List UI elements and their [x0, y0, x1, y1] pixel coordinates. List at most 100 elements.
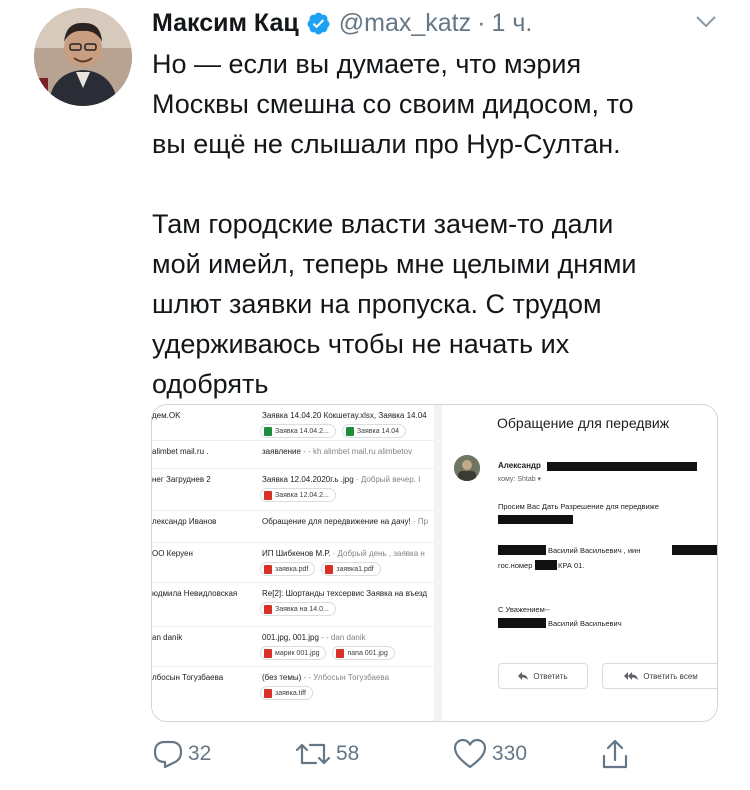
- spreadsheet-icon: [345, 426, 354, 436]
- inbox-subject-line: 001.jpg, 001.jpg - - dan danik: [262, 633, 366, 642]
- redaction-bar: [498, 545, 546, 555]
- share-action[interactable]: [600, 736, 630, 772]
- reply-action[interactable]: 32: [152, 736, 211, 772]
- attachment-chip[interactable]: заявка.tiff: [260, 686, 313, 700]
- attachment-chip[interactable]: заявка.pdf: [260, 562, 316, 576]
- reply-count: 32: [188, 742, 212, 765]
- sender-avatar: [454, 455, 480, 481]
- inbox-subject: 001.jpg, 001.jpg: [262, 633, 319, 642]
- attachment-name: Заявка 12.04.2...: [275, 491, 329, 499]
- share-icon: [602, 739, 628, 769]
- attachment-name: марик 001.jpg: [275, 649, 320, 657]
- redaction-bar: [672, 545, 717, 555]
- attachment-chips: заявка.tiff: [260, 686, 313, 700]
- pdf-icon: [264, 564, 272, 574]
- email-body-line: Просим Вас Дать Разрешение для передвиже: [498, 502, 659, 511]
- like-count: 330: [492, 742, 528, 765]
- attachment-chip[interactable]: папа 001.jpg: [332, 646, 395, 660]
- image-file-icon: [264, 604, 272, 614]
- tweet-time[interactable]: 1 ч.: [491, 9, 532, 38]
- inbox-sender: лбосын Тогузбаева: [152, 673, 224, 682]
- author-handle[interactable]: @max_katz: [339, 9, 471, 38]
- author-name[interactable]: Максим Кац: [152, 9, 299, 38]
- retweet-count: 58: [336, 742, 360, 765]
- inbox-sender: лександр Иванов: [152, 517, 217, 526]
- inbox-sender: ОО Керуен: [152, 549, 193, 558]
- attachment-chips: Заявка 12.04.2...: [260, 488, 336, 502]
- attachment-chip[interactable]: марик 001.jpg: [260, 646, 327, 660]
- attachment-name: заявка1.pdf: [336, 565, 374, 573]
- attachment-chip[interactable]: Заявка 14.04.2...: [260, 424, 336, 438]
- inbox-subject: заявление: [262, 447, 301, 456]
- attachment-chip[interactable]: Заявка 12.04.2...: [260, 488, 336, 502]
- inbox-row[interactable]: alimbet mail.ru . заявление - - kh alimbe…: [152, 441, 434, 469]
- retweet-action[interactable]: 58: [294, 736, 359, 772]
- inbox-subject: Заявка 14.04.20 Кокшетау.xlsx, Заявка 14…: [262, 411, 427, 420]
- reply-button[interactable]: Ответить: [498, 663, 588, 689]
- inbox-snippet: - - dan danik: [318, 633, 366, 642]
- inbox-row[interactable]: лександр Иванов Обращение для передвижени…: [152, 511, 434, 543]
- email-body-line: КРА 01.: [558, 561, 585, 570]
- attachment-name: Заявка 14.04: [356, 427, 400, 435]
- author-avatar[interactable]: [34, 8, 132, 106]
- attachment-name: Заявка 14.04.2...: [275, 427, 329, 435]
- attachment-name: папа 001.jpg: [347, 649, 388, 657]
- attachment-chip[interactable]: заявка1.pdf: [321, 562, 381, 576]
- inbox-row[interactable]: ОО Керуен ИП Шибкенов М.Р. · Добрый день …: [152, 543, 434, 583]
- inbox-subject-line: Заявка 14.04.20 Кокшетау.xlsx, Заявка 14…: [262, 411, 427, 420]
- email-body-line: гос.номер: [498, 561, 533, 570]
- reply-all-label: Ответить всем: [643, 671, 698, 681]
- attachment-name: заявка.pdf: [275, 565, 309, 573]
- inbox-row[interactable]: юдмила Невидловская Re[2]: Шортанды техсе…: [152, 583, 434, 627]
- email-regards: С Уважением--: [498, 605, 550, 614]
- inbox-row[interactable]: нег Загруднев 2 Заявка 12.04.2020г.ь .jpg…: [152, 469, 434, 511]
- inbox-subject: Заявка 12.04.2020г.ь .jpg: [262, 475, 354, 484]
- redaction-bar: [535, 560, 557, 570]
- chevron-down-icon[interactable]: [694, 12, 718, 32]
- tweet-actions: 32 58 330: [152, 736, 732, 772]
- reply-arrow-icon: [518, 672, 529, 680]
- inbox-sender: нег Загруднев 2: [152, 475, 211, 484]
- attachment-chips: заявка.pdf заявка1.pdf: [260, 562, 381, 576]
- inbox-row[interactable]: лбосын Тогузбаева (без темы) - - Улбосын …: [152, 667, 434, 721]
- inbox-sender: alimbet mail.ru .: [152, 447, 209, 456]
- image-file-icon: [264, 490, 272, 500]
- like-action[interactable]: 330: [452, 736, 527, 772]
- inbox-sender: дем.OK: [152, 411, 181, 420]
- retweet-icon: [295, 743, 331, 765]
- email-signature: Василий Васильевич: [548, 619, 622, 628]
- attachment-chips: марик 001.jpg папа 001.jpg: [260, 646, 395, 660]
- tweet-media-image[interactable]: дем.OK Заявка 14.04.20 Кокшетау.xlsx, Зая…: [151, 404, 718, 722]
- pane-divider: [434, 405, 442, 721]
- image-file-icon: [264, 688, 272, 698]
- tweet-text: Но — если вы думаете, что мэрия Москвы с…: [152, 49, 637, 399]
- inbox-subject-line: ИП Шибкенов М.Р. · Добрый день , заявка …: [262, 549, 425, 558]
- inbox-row[interactable]: an danik 001.jpg, 001.jpg - - dan danik ма…: [152, 627, 434, 667]
- recipient-line[interactable]: кому: Shtab ▾: [498, 475, 541, 483]
- reply-icon: [153, 740, 183, 769]
- inbox-subject-line: заявление - - kh alimbet mail.ru alimbet…: [262, 447, 412, 456]
- email-view: Обращение для передвиж Александр кому: S…: [442, 405, 717, 721]
- tweet-header: Максим Кац @max_katz · 1 ч.: [152, 6, 532, 40]
- email-body-line: Василий Васильевич , иин: [548, 546, 641, 555]
- time-separator: ·: [477, 8, 486, 37]
- redaction-bar: [498, 618, 546, 628]
- inbox-row[interactable]: дем.OK Заявка 14.04.20 Кокшетау.xlsx, Зая…: [152, 405, 434, 441]
- inbox-snippet: - - Улбосын Тогузбаева: [301, 673, 390, 682]
- image-file-icon: [264, 648, 272, 658]
- reply-all-button[interactable]: Ответить всем: [602, 663, 717, 689]
- verified-badge-icon: [307, 12, 330, 34]
- inbox-snippet: · Добрый вечер. I: [353, 475, 421, 484]
- attachment-chip[interactable]: Заявка на 14.0...: [260, 602, 336, 616]
- inbox-list: дем.OK Заявка 14.04.20 Кокшетау.xlsx, Зая…: [152, 405, 434, 721]
- attachment-chips: Заявка 14.04.2... Заявка 14.04: [260, 424, 407, 438]
- sender-name: Александр: [498, 461, 541, 470]
- attachment-chip[interactable]: Заявка 14.04: [341, 424, 407, 438]
- inbox-subject: Обращение для передвижение на дачу!: [262, 517, 411, 526]
- pdf-icon: [325, 564, 334, 574]
- email-subject: Обращение для передвиж: [497, 415, 670, 431]
- inbox-subject-line: Обращение для передвижение на дачу! · Пр: [262, 517, 428, 526]
- attachment-name: Заявка на 14.0...: [275, 605, 329, 613]
- redaction-bar: [498, 515, 573, 524]
- inbox-snippet: · Добрый день , заявка н: [330, 549, 425, 558]
